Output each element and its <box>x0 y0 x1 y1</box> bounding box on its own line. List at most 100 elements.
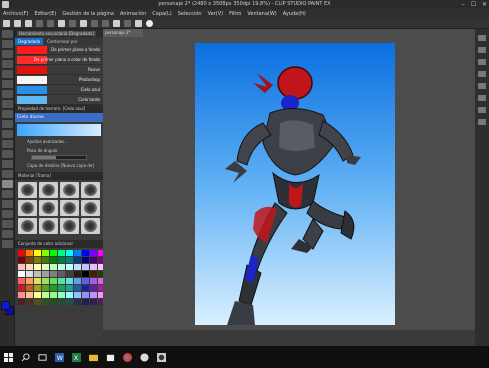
color-chip[interactable] <box>42 278 49 284</box>
color-chip[interactable] <box>82 264 89 270</box>
menu-editar[interactable]: Editar(E) <box>34 11 56 17</box>
dock-button-icon[interactable] <box>478 71 486 77</box>
color-chip[interactable] <box>58 299 65 305</box>
color-chip[interactable] <box>26 285 33 291</box>
word-icon[interactable]: W <box>55 352 64 362</box>
color-chip[interactable] <box>74 278 81 284</box>
color-chip[interactable] <box>26 271 33 277</box>
color-chip[interactable] <box>82 292 89 298</box>
snap-grid-icon[interactable] <box>124 19 131 27</box>
balloon-tool-icon[interactable] <box>2 230 13 238</box>
menu-seleccion[interactable]: Selección <box>178 11 202 17</box>
color-chip[interactable] <box>74 257 81 263</box>
color-chip[interactable] <box>18 264 25 270</box>
color-chip[interactable] <box>90 257 97 263</box>
color-chip[interactable] <box>66 264 73 270</box>
color-chip[interactable] <box>82 250 89 256</box>
auto-select-icon[interactable] <box>2 80 13 88</box>
material-thumb[interactable] <box>39 218 58 234</box>
color-chip[interactable] <box>58 264 65 270</box>
color-chip[interactable] <box>42 271 49 277</box>
brush-tool-icon[interactable] <box>2 120 13 128</box>
selection-launcher-icon[interactable] <box>102 19 109 27</box>
material-thumb[interactable] <box>60 218 79 234</box>
subtool-item[interactable]: Cielo tarde <box>15 95 103 105</box>
excel-icon[interactable]: X <box>72 352 81 362</box>
maximize-icon[interactable]: ☐ <box>471 1 476 8</box>
material-thumb[interactable] <box>60 182 79 198</box>
explorer-icon[interactable] <box>89 353 98 362</box>
color-chip[interactable] <box>34 250 41 256</box>
menu-filtro[interactable]: Filtro <box>229 11 241 17</box>
color-chip[interactable] <box>42 257 49 263</box>
color-chip[interactable] <box>66 278 73 284</box>
color-chip[interactable] <box>50 292 57 298</box>
color-chip[interactable] <box>66 271 73 277</box>
target-layer-row[interactable]: Capa de destino [Nueva capa de] <box>15 162 103 169</box>
color-chip[interactable] <box>74 264 81 270</box>
color-chip[interactable] <box>74 271 81 277</box>
chrome-icon[interactable] <box>123 352 132 362</box>
color-chip[interactable] <box>90 271 97 277</box>
snap-ruler-icon[interactable] <box>113 19 120 27</box>
color-chip[interactable] <box>58 257 65 263</box>
color-chip[interactable] <box>18 257 25 263</box>
search-icon[interactable] <box>21 352 30 362</box>
decoration-tool-icon[interactable] <box>2 140 13 148</box>
color-chip[interactable] <box>50 271 57 277</box>
color-chip[interactable] <box>18 250 25 256</box>
eyedropper-icon[interactable] <box>2 90 13 98</box>
material-thumb[interactable] <box>18 200 37 216</box>
color-chip[interactable] <box>50 299 57 305</box>
open-file-icon[interactable] <box>14 19 21 27</box>
correct-line-tool-icon[interactable] <box>2 240 13 248</box>
angle-step-slider[interactable] <box>31 155 87 160</box>
operation-tool-icon[interactable] <box>2 50 13 58</box>
color-chip[interactable] <box>18 299 25 305</box>
color-chip[interactable] <box>34 299 41 305</box>
color-chip[interactable] <box>34 264 41 270</box>
redo-icon[interactable] <box>47 19 54 27</box>
save-icon[interactable] <box>25 19 32 27</box>
color-chip[interactable] <box>58 285 65 291</box>
subtool-group-degradado[interactable]: Degradado <box>15 37 44 45</box>
frame-tool-icon[interactable] <box>2 200 13 208</box>
material-thumb[interactable] <box>81 182 100 198</box>
menu-gestion-pagina[interactable]: Gestión de la página <box>62 11 114 17</box>
airbrush-tool-icon[interactable] <box>2 130 13 138</box>
subtool-group-contornear[interactable]: Contornear pro <box>47 39 77 44</box>
color-chip[interactable] <box>42 250 49 256</box>
clip-studio-icon[interactable] <box>146 19 153 27</box>
color-chip[interactable] <box>66 292 73 298</box>
color-chip[interactable] <box>74 299 81 305</box>
menu-ventana[interactable]: Ventana(W) <box>247 11 276 17</box>
color-chip[interactable] <box>42 285 49 291</box>
dock-button-icon[interactable] <box>478 47 486 53</box>
subtool-item[interactable]: De primer plano a color de fondo <box>15 55 103 65</box>
move-layer-icon[interactable] <box>2 60 13 68</box>
color-chip[interactable] <box>90 285 97 291</box>
invert-selection-icon[interactable] <box>91 19 98 27</box>
color-chip[interactable] <box>66 257 73 263</box>
material-thumb[interactable] <box>18 182 37 198</box>
color-chip[interactable] <box>26 278 33 284</box>
media-icon[interactable] <box>140 352 149 362</box>
material-thumb[interactable] <box>81 200 100 216</box>
menu-capa[interactable]: Capa(L) <box>152 11 171 17</box>
color-chip[interactable] <box>66 250 73 256</box>
subtool-item[interactable]: De primer plano a fondo <box>15 45 103 55</box>
pen-tool-icon[interactable] <box>2 100 13 108</box>
color-chip[interactable] <box>50 257 57 263</box>
dock-button-icon[interactable] <box>478 119 486 125</box>
menu-ayuda[interactable]: Ayuda(H) <box>283 11 306 17</box>
clear-icon[interactable] <box>58 19 65 27</box>
color-chip[interactable] <box>90 250 97 256</box>
snap-special-ruler-icon[interactable] <box>135 19 142 27</box>
figure-tool-icon[interactable] <box>2 190 13 198</box>
task-view-icon[interactable] <box>38 353 47 362</box>
close-icon[interactable]: ✕ <box>482 1 487 8</box>
minimize-icon[interactable]: – <box>462 1 465 8</box>
dock-button-icon[interactable] <box>478 83 486 89</box>
menu-ver[interactable]: Ver(V) <box>208 11 224 17</box>
color-chip[interactable] <box>82 278 89 284</box>
